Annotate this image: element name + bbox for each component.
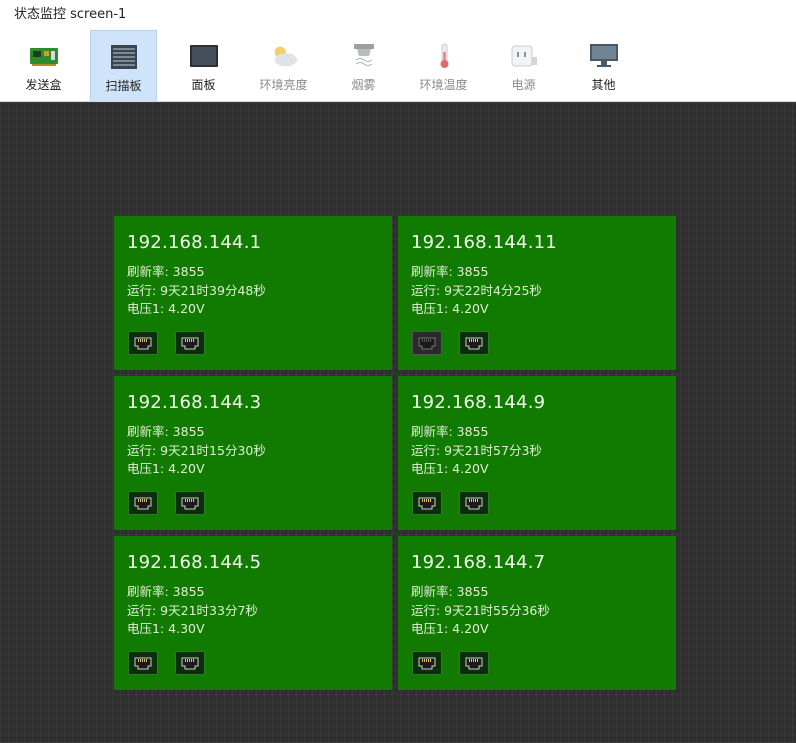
card-voltage: 电压1: 4.30V: [127, 621, 205, 636]
tool-label: 其他: [591, 78, 616, 92]
card-uptime: 运行: 9天22时4分25秒: [411, 282, 542, 298]
ethernet-port-icon[interactable]: [175, 651, 205, 675]
tool-panel[interactable]: 面板: [170, 30, 237, 101]
window-title: 状态监控 screen-1: [0, 0, 796, 30]
card-voltage: 电压1: 4.20V: [127, 301, 205, 316]
scan-card-status[interactable]: 192.168.144.11 刷新率: 3855 运行: 9天22时4分25秒 …: [398, 216, 676, 370]
card-voltage: 电压1: 4.20V: [127, 461, 205, 476]
ethernet-port-icon[interactable]: [459, 491, 489, 515]
card-ports: [128, 491, 222, 515]
ethernet-port-icon[interactable]: [459, 651, 489, 675]
sender-box-icon: [29, 42, 59, 70]
ethernet-port-icon[interactable]: [175, 491, 205, 515]
ethernet-port-icon[interactable]: [412, 651, 442, 675]
tool-label: 电源: [511, 78, 536, 92]
card-uptime: 运行: 9天21时15分30秒: [127, 442, 266, 458]
tool-sender-box[interactable]: 发送盒: [10, 30, 77, 101]
tool-power[interactable]: 电源: [490, 30, 557, 101]
card-refresh-rate: 刷新率: 3855: [127, 584, 205, 599]
tool-label: 发送盒: [25, 78, 62, 92]
ethernet-port-icon[interactable]: [412, 491, 442, 515]
monitor-canvas: 192.168.144.1 刷新率: 3855 运行: 9天21时39分48秒 …: [0, 102, 796, 743]
card-refresh-rate: 刷新率: 3855: [411, 264, 489, 279]
card-ip: 192.168.144.7: [411, 552, 546, 573]
weather-icon: [269, 42, 299, 70]
scan-card-status[interactable]: 192.168.144.3 刷新率: 3855 运行: 9天21时15分30秒 …: [114, 376, 392, 530]
card-voltage: 电压1: 4.20V: [411, 301, 489, 316]
scan-card-status[interactable]: 192.168.144.9 刷新率: 3855 运行: 9天21时57分3秒 电…: [398, 376, 676, 530]
scan-card-status[interactable]: 192.168.144.7 刷新率: 3855 运行: 9天21时55分36秒 …: [398, 536, 676, 690]
card-ip: 192.168.144.3: [127, 392, 262, 413]
card-ip: 192.168.144.5: [127, 552, 262, 573]
card-refresh-rate: 刷新率: 3855: [411, 584, 489, 599]
card-voltage: 电压1: 4.20V: [411, 621, 489, 636]
ethernet-port-disconnected-icon[interactable]: [412, 331, 442, 355]
toolbar: 发送盒 扫描板 面板 环境亮度 烟雾 环境温度 电源 其他: [0, 30, 796, 102]
tool-label: 烟雾: [351, 78, 376, 92]
card-refresh-rate: 刷新率: 3855: [127, 424, 205, 439]
ethernet-port-icon[interactable]: [175, 331, 205, 355]
ethernet-port-icon[interactable]: [128, 491, 158, 515]
card-ip: 192.168.144.1: [127, 232, 262, 253]
tool-label: 面板: [191, 78, 216, 92]
card-refresh-rate: 刷新率: 3855: [411, 424, 489, 439]
card-ip: 192.168.144.11: [411, 232, 557, 253]
scan-card-status[interactable]: 192.168.144.1 刷新率: 3855 运行: 9天21时39分48秒 …: [114, 216, 392, 370]
tool-label: 环境亮度: [259, 78, 308, 92]
card-uptime: 运行: 9天21时57分3秒: [411, 442, 542, 458]
tool-scan-card[interactable]: 扫描板: [90, 30, 157, 101]
smoke-detector-icon: [349, 42, 379, 70]
thermometer-icon: [429, 42, 459, 70]
card-voltage: 电压1: 4.20V: [411, 461, 489, 476]
tool-label: 环境温度: [419, 78, 468, 92]
tool-smoke[interactable]: 烟雾: [330, 30, 397, 101]
tool-other[interactable]: 其他: [570, 30, 637, 101]
card-ip: 192.168.144.9: [411, 392, 546, 413]
scan-card-status[interactable]: 192.168.144.5 刷新率: 3855 运行: 9天21时33分7秒 电…: [114, 536, 392, 690]
card-uptime: 运行: 9天21时33分7秒: [127, 602, 258, 618]
tool-ambient-temperature[interactable]: 环境温度: [410, 30, 477, 101]
card-ports: [412, 331, 506, 355]
card-ports: [412, 651, 506, 675]
power-outlet-icon: [509, 42, 539, 70]
card-ports: [128, 331, 222, 355]
panel-icon: [189, 42, 219, 70]
ethernet-port-icon[interactable]: [128, 651, 158, 675]
ethernet-port-icon[interactable]: [128, 331, 158, 355]
card-refresh-rate: 刷新率: 3855: [127, 264, 205, 279]
ethernet-port-icon[interactable]: [459, 331, 489, 355]
tool-label: 扫描板: [105, 79, 142, 93]
monitor-icon: [589, 42, 619, 70]
card-ports: [128, 651, 222, 675]
card-uptime: 运行: 9天21时55分36秒: [411, 602, 550, 618]
card-uptime: 运行: 9天21时39分48秒: [127, 282, 266, 298]
scan-card-icon: [109, 43, 139, 71]
tool-ambient-brightness[interactable]: 环境亮度: [250, 30, 317, 101]
card-ports: [412, 491, 506, 515]
